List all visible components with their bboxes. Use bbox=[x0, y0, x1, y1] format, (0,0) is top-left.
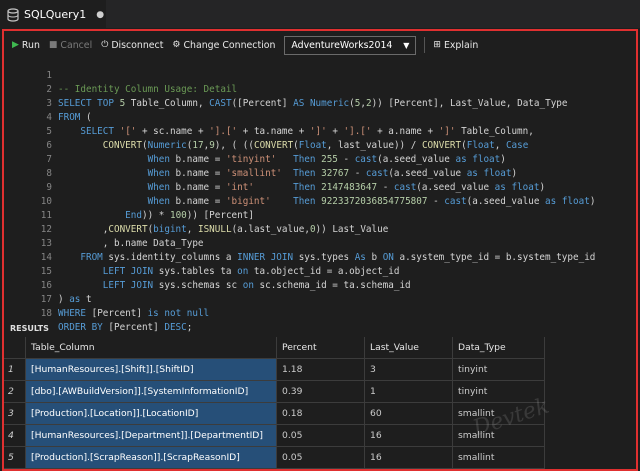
code-line: 12 , b.name Data_Type bbox=[4, 209, 636, 249]
play-icon: ▶ bbox=[12, 40, 19, 50]
table-row[interactable]: 1 [HumanResources].[Shift]].[ShiftID] 1.… bbox=[4, 359, 636, 381]
cell-percent[interactable]: 0.39 bbox=[277, 381, 365, 403]
cell-percent[interactable]: 1.18 bbox=[277, 359, 365, 381]
unsaved-dot-icon[interactable]: ● bbox=[96, 10, 104, 20]
code-line: 18 ORDER BY [Percent] DESC; bbox=[4, 293, 636, 333]
cell-table-column[interactable]: [Production].[Location]].[LocationID] bbox=[26, 403, 277, 425]
cell-last-value[interactable]: 16 bbox=[365, 447, 453, 469]
cell-table-column[interactable]: [Production].[ScrapReason]].[ScrapReason… bbox=[26, 447, 277, 469]
change-connection-label: Change Connection bbox=[183, 39, 276, 51]
code-line: 3 FROM ( bbox=[4, 83, 636, 123]
cancel-label: Cancel bbox=[60, 39, 93, 51]
column-header[interactable]: Last_Value bbox=[365, 337, 453, 359]
database-select[interactable]: AdventureWorks2014 ▼ bbox=[284, 35, 417, 55]
row-number[interactable]: 2 bbox=[4, 381, 26, 403]
column-header[interactable]: Data_Type bbox=[453, 337, 545, 359]
query-editor-frame: ▶ Run ■ Cancel ⏻ Disconnect ⚙ Change Con… bbox=[2, 29, 638, 471]
column-header[interactable]: Table_Column bbox=[26, 337, 277, 359]
code-line: 17 WHERE [Percent] is not null bbox=[4, 279, 636, 319]
table-row[interactable]: 4 [HumanResources].[Department]].[Depart… bbox=[4, 425, 636, 447]
row-number[interactable]: 3 bbox=[4, 403, 26, 425]
cell-percent[interactable]: 0.05 bbox=[277, 425, 365, 447]
code-line: 8 When b.name = 'int' Then 2147483647 - … bbox=[4, 153, 636, 193]
cell-last-value[interactable]: 1 bbox=[365, 381, 453, 403]
cell-data-type[interactable]: tinyint bbox=[453, 359, 545, 381]
cell-last-value[interactable]: 60 bbox=[365, 403, 453, 425]
code-editor[interactable]: 1 -- Identity Column Usage: Detail 2 SEL… bbox=[4, 54, 636, 333]
stop-icon: ■ bbox=[48, 40, 58, 50]
code-line: 14 LEFT JOIN sys.tables ta on ta.object_… bbox=[4, 237, 636, 277]
explain-icon: ⊞ bbox=[433, 40, 441, 50]
explain-button[interactable]: ⊞ Explain bbox=[433, 40, 478, 51]
run-label: Run bbox=[21, 39, 40, 51]
cell-percent[interactable]: 0.05 bbox=[277, 447, 365, 469]
table-row[interactable]: 5 [Production].[ScrapReason]].[ScrapReas… bbox=[4, 447, 636, 469]
code-line: 11 ,CONVERT(bigint, ISNULL(a.last_value,… bbox=[4, 195, 636, 235]
cell-data-type[interactable]: smallint bbox=[453, 447, 545, 469]
tab-title: SQLQuery1 bbox=[24, 8, 87, 21]
disconnect-label: Disconnect bbox=[111, 39, 164, 51]
code-line: 5 CONVERT(Numeric(17,9), ( ((CONVERT(Flo… bbox=[4, 111, 636, 151]
code-line: 16 ) as t bbox=[4, 265, 636, 305]
run-button[interactable]: ▶ Run bbox=[12, 40, 40, 51]
cell-percent[interactable]: 0.18 bbox=[277, 403, 365, 425]
connection-icon: ⚙ bbox=[172, 40, 181, 50]
code-line: 6 When b.name = 'tinyint' Then 255 - cas… bbox=[4, 125, 636, 165]
tab-bar: SQLQuery1 ● bbox=[0, 0, 640, 29]
row-number[interactable]: 5 bbox=[4, 447, 26, 469]
code-line: 15 LEFT JOIN sys.schemas sc on sc.schema… bbox=[4, 251, 636, 291]
cell-last-value[interactable]: 16 bbox=[365, 425, 453, 447]
change-connection-button[interactable]: ⚙ Change Connection bbox=[172, 40, 275, 51]
code-line: 2 SELECT TOP 5 Table_Column, CAST([Perce… bbox=[4, 69, 636, 109]
row-number[interactable]: 4 bbox=[4, 425, 26, 447]
column-header[interactable]: Percent bbox=[277, 337, 365, 359]
code-line: 7 When b.name = 'smallint' Then 32767 - … bbox=[4, 139, 636, 179]
grid-header-row: Table_Column Percent Last_Value Data_Typ… bbox=[4, 337, 636, 359]
cell-last-value[interactable]: 3 bbox=[365, 359, 453, 381]
row-number-header bbox=[4, 337, 26, 359]
code-line: 10 End)) * 100)) [Percent] bbox=[4, 181, 636, 221]
chevron-down-icon: ▼ bbox=[403, 40, 410, 50]
sql-file-icon bbox=[7, 7, 19, 22]
code-line: 13 FROM sys.identity_columns a INNER JOI… bbox=[4, 223, 636, 263]
code-line: 1 -- Identity Column Usage: Detail bbox=[4, 55, 636, 95]
disconnect-button[interactable]: ⏻ Disconnect bbox=[101, 40, 163, 51]
cell-table-column[interactable]: [HumanResources].[Department]].[Departme… bbox=[26, 425, 277, 447]
cancel-button[interactable]: ■ Cancel bbox=[49, 40, 92, 51]
code-line: 4 SELECT '[' + sc.name + '].[' + ta.name… bbox=[4, 97, 636, 137]
row-number[interactable]: 1 bbox=[4, 359, 26, 381]
code-line: 9 When b.name = 'bigint' Then 9223372036… bbox=[4, 167, 636, 207]
tab-sqlquery1[interactable]: SQLQuery1 ● bbox=[0, 0, 106, 29]
cell-table-column[interactable]: [dbo].[AWBuildVersion]].[SystemInformati… bbox=[26, 381, 277, 403]
toolbar-divider bbox=[424, 37, 426, 53]
plug-icon: ⏻ bbox=[101, 40, 109, 50]
results-header: RESULTS bbox=[10, 323, 49, 333]
cell-table-column[interactable]: [HumanResources].[Shift]].[ShiftID] bbox=[26, 359, 277, 381]
database-value: AdventureWorks2014 bbox=[291, 39, 393, 51]
explain-label: Explain bbox=[443, 39, 479, 51]
